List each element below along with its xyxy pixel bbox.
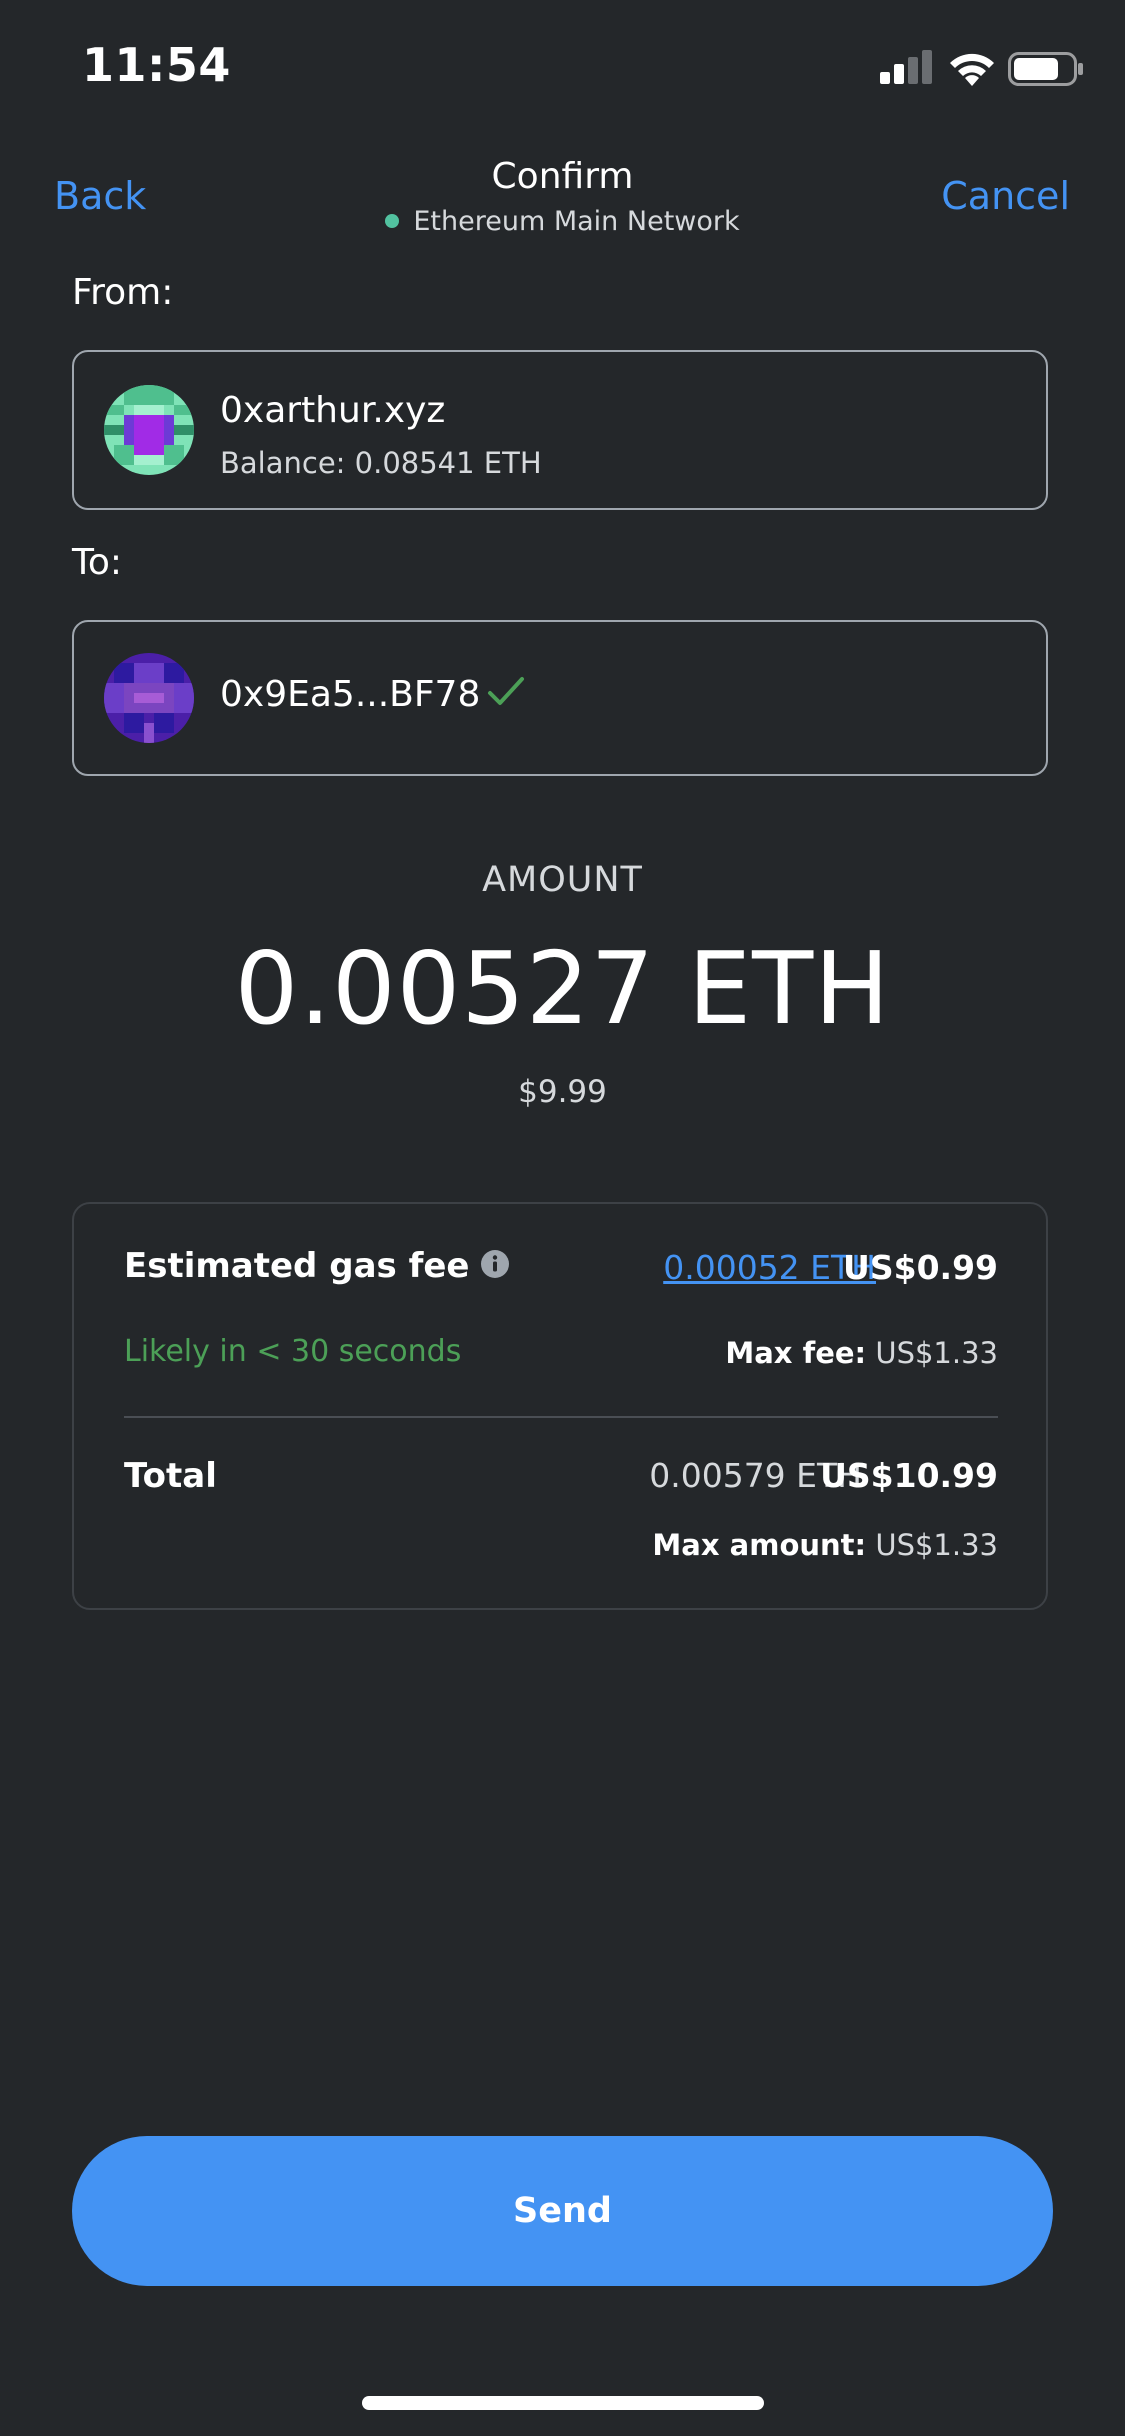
check-icon (488, 677, 525, 705)
from-label: From: (72, 272, 174, 313)
from-avatar (104, 385, 194, 475)
from-account-balance: Balance: 0.08541 ETH (220, 446, 542, 480)
cancel-button[interactable]: Cancel (941, 174, 1070, 218)
total-usd: US$10.99 (820, 1456, 998, 1495)
max-amount: Max amount: US$1.33 (652, 1528, 998, 1562)
total-label: Total (124, 1456, 217, 1496)
fee-summary-card: Estimated gas fee 0.00052 ETH US$0.99 Li… (72, 1202, 1048, 1610)
status-time: 11:54 (82, 38, 231, 92)
gas-fee-usd: US$0.99 (843, 1248, 998, 1287)
from-account-card[interactable]: 0xarthur.xyz Balance: 0.08541 ETH (72, 350, 1048, 510)
to-avatar (104, 653, 194, 743)
amount-value: 0.00527 ETH (234, 930, 891, 1047)
to-account-card[interactable]: 0x9Ea5...BF78 (72, 620, 1048, 776)
gas-fee-label-row: Estimated gas fee (124, 1246, 510, 1286)
fee-divider (124, 1416, 998, 1418)
from-account-name: 0xarthur.xyz (220, 390, 446, 431)
to-label: To: (72, 542, 123, 583)
amount-fiat-value: $9.99 (518, 1074, 607, 1110)
max-fee-label: Max fee: (725, 1336, 867, 1370)
max-fee-value: US$1.33 (875, 1336, 998, 1370)
max-amount-value: US$1.33 (875, 1528, 998, 1562)
amount-label: AMOUNT (482, 860, 643, 900)
max-amount-label: Max amount: (652, 1528, 867, 1562)
network-status-dot-icon (385, 213, 400, 228)
signal-icon (880, 50, 932, 84)
network-name: Ethereum Main Network (413, 206, 740, 237)
to-address-row: 0x9Ea5...BF78 (220, 674, 526, 715)
send-button[interactable]: Send (72, 2136, 1053, 2286)
wifi-icon (950, 53, 994, 86)
info-icon[interactable] (480, 1249, 510, 1279)
gas-time-estimate: Likely in < 30 seconds (124, 1334, 462, 1369)
battery-icon (1008, 52, 1083, 86)
home-indicator[interactable] (362, 2396, 764, 2410)
max-fee: Max fee: US$1.33 (725, 1336, 998, 1370)
gas-fee-label: Estimated gas fee (124, 1246, 470, 1286)
to-address: 0x9Ea5...BF78 (220, 674, 481, 715)
